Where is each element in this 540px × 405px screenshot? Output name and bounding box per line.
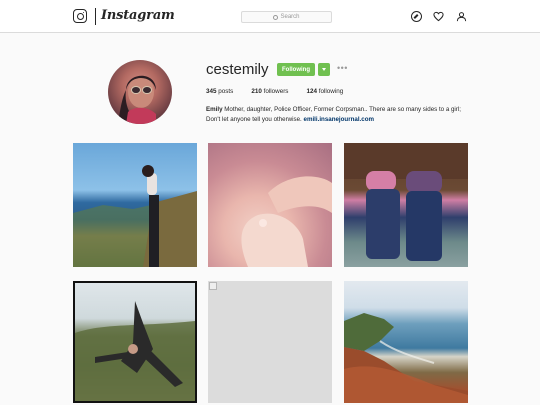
bio-link[interactable]: emili.insanejournal.com	[304, 116, 375, 123]
suggested-dropdown-button[interactable]	[318, 63, 330, 76]
post-thumbnail-broken[interactable]	[208, 281, 332, 403]
posts-stat: 345 posts	[206, 88, 233, 95]
post-image-window	[344, 143, 468, 261]
avatar-image	[118, 75, 156, 124]
followers-stat[interactable]: 210 followers	[251, 88, 288, 95]
posts-count: 345	[206, 88, 217, 95]
post-image-ocean-cliffs	[344, 313, 468, 403]
posts-label: posts	[218, 88, 234, 95]
post-thumbnail[interactable]	[344, 143, 468, 267]
logo-divider	[95, 8, 96, 25]
post-image-baby-hand	[241, 176, 332, 267]
following-stat[interactable]: 124 following	[306, 88, 343, 95]
post-image-yoga-pose	[75, 301, 195, 401]
post-thumbnail[interactable]	[208, 143, 332, 267]
search-icon	[273, 14, 279, 20]
post-thumbnail[interactable]	[73, 281, 197, 403]
followers-label: followers	[263, 88, 289, 95]
person-icon[interactable]	[456, 11, 467, 22]
instagram-wordmark[interactable]: Instagram	[101, 8, 175, 23]
more-options-icon[interactable]: •••	[337, 63, 348, 73]
search-placeholder: Search	[280, 14, 300, 20]
instagram-camera-icon[interactable]	[73, 9, 87, 23]
broken-image-icon	[209, 282, 217, 290]
following-count: 124	[306, 88, 317, 95]
bio-name: Emily	[206, 106, 223, 113]
post-image-coastline	[73, 165, 197, 267]
search-input[interactable]: Search	[241, 11, 332, 23]
profile-username: cestemily	[206, 61, 269, 78]
post-thumbnail[interactable]	[73, 143, 197, 267]
heart-icon[interactable]	[433, 11, 444, 22]
compass-icon[interactable]	[411, 11, 422, 22]
profile-stats: 345 posts 210 followers 124 following	[206, 88, 343, 95]
followers-count: 210	[251, 88, 262, 95]
following-button[interactable]: Following	[277, 63, 315, 76]
chevron-down-icon	[322, 68, 326, 71]
profile-avatar[interactable]	[108, 60, 172, 124]
profile-bio: Emily Mother, daughter, Police Officer, …	[206, 105, 468, 124]
following-label: following	[318, 88, 344, 95]
top-navigation-bar: Instagram Search	[0, 0, 540, 33]
post-thumbnail[interactable]	[344, 281, 468, 403]
